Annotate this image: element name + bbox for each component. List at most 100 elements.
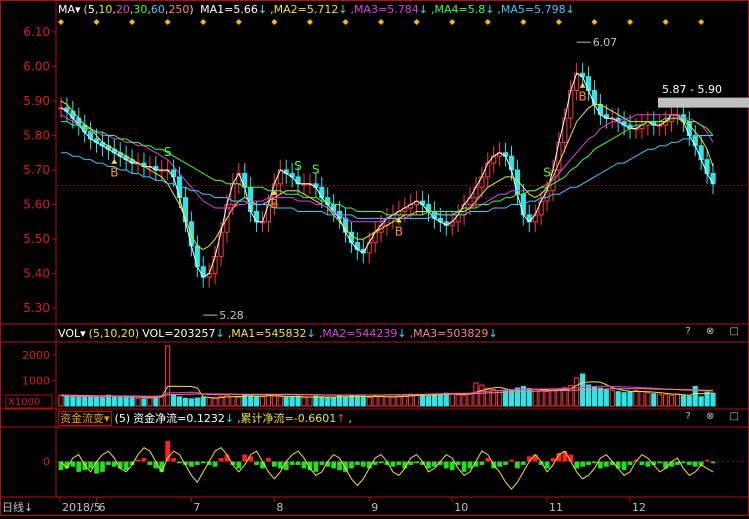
cum-flow-line (60, 447, 714, 490)
flow-bar (76, 461, 82, 472)
flow-bar (390, 461, 396, 467)
flow-bar (301, 461, 307, 469)
volume-bar (58, 394, 64, 407)
volume-bar (342, 396, 349, 407)
volume-bar (615, 391, 621, 407)
volume-bar (473, 382, 479, 407)
volume-bar (194, 397, 200, 407)
event-diamond-marker (555, 19, 562, 25)
flow-bar (414, 461, 420, 464)
volume-bar (585, 384, 592, 407)
main-indicator-header: MA▾ (5,10,20,30,60,250) MA1=5.66↓ ,MA2=5.7… (58, 3, 575, 16)
flow-bar (177, 461, 182, 464)
buy-signal: B (579, 90, 587, 104)
chart-svg[interactable]: 6.10 6.00 5.90 5.80 5.70 5.60 5.50 5.40 5.30 2000… (0, 0, 749, 516)
volume-bar (111, 395, 117, 407)
flow-bar (639, 461, 645, 465)
volume-bar (419, 395, 426, 407)
vol-indicator-header: VOL▾ (5,10,20) VOL=203257↓ ,MA1=545832↓ ,MA2… (58, 326, 501, 342)
flow-indicator-selector[interactable]: 资金流变▾ (58, 411, 112, 426)
flow-bar (615, 461, 621, 469)
flow-bar (663, 461, 668, 469)
range-label: 5.87 - 5.90 (662, 83, 722, 96)
event-diamond-marker (235, 19, 242, 25)
price-tick-label: 6.10 (23, 25, 50, 39)
volume-bar (550, 389, 556, 407)
candle-body (212, 255, 218, 275)
vol-tick-label: 2000 (22, 349, 50, 362)
period-selector[interactable]: 日线↓ (2, 499, 33, 515)
main-indicator-selector[interactable]: MA▾ (58, 3, 81, 16)
vol-tick-label: 1000 (22, 374, 50, 387)
flow-bar (692, 461, 698, 467)
event-diamond-marker (57, 19, 64, 25)
flow-bar (449, 461, 455, 471)
flow-bar (331, 461, 337, 469)
volume-bar (455, 394, 461, 407)
volume-bar (200, 396, 206, 407)
volume-bar (70, 396, 76, 407)
vol-indicator-selector[interactable]: VOL▾ (58, 327, 86, 340)
ma-line-ma5 (61, 135, 713, 219)
event-diamond-marker (413, 19, 420, 25)
volume-bar (633, 390, 639, 407)
flow-bar (704, 459, 710, 462)
volume-bar (206, 397, 212, 407)
price-tick-label: 5.30 (23, 301, 50, 315)
net-flow-arrow: ↓ (224, 412, 235, 425)
flow-bar (509, 459, 514, 462)
ma5-value: ,MA5=5.798 (497, 3, 566, 16)
vol-panel-buttons[interactable]: ? ⊗ □ (686, 326, 746, 337)
vol-ma3-arrow: ↓ (488, 327, 498, 340)
volume-bar (538, 390, 544, 407)
flow-bar (372, 461, 378, 465)
event-diamond-marker (520, 19, 527, 25)
volume-bar (123, 397, 129, 407)
volume-bar (556, 388, 562, 407)
candle-body (236, 172, 242, 185)
volume-bar (680, 395, 686, 407)
x-tick-label: 2018/5 (62, 501, 101, 514)
volume-bar (295, 395, 301, 407)
flow-bar (254, 461, 259, 465)
ma1-arrow: ↓ (257, 3, 268, 16)
volume-bar (597, 387, 603, 407)
vol-params: (5,10,20) (88, 327, 140, 340)
ma5-arrow: ↓ (565, 3, 575, 16)
vol-ma1-value: ,MA1=545832 (227, 327, 307, 340)
flow-bar (686, 461, 692, 465)
flow-bar (111, 461, 117, 467)
volume-bar (668, 394, 675, 407)
flow-bar (485, 458, 491, 462)
flow-bar (497, 461, 503, 467)
flow-bar (236, 461, 242, 469)
candle-body (704, 159, 710, 174)
flow-bar (88, 461, 93, 469)
flow-bar (520, 461, 526, 465)
flow-bar (159, 461, 165, 472)
high-annotation: 6.07 (593, 36, 618, 49)
x-tick-label: 12 (632, 501, 646, 514)
flow-panel-buttons[interactable]: ? ⊗ □ (686, 411, 746, 422)
volume-bar (479, 384, 485, 407)
vol-ma2-value: ,MA2=544239 (318, 327, 398, 340)
ma-param-1: 5 (87, 3, 95, 16)
flow-bar (242, 454, 248, 462)
ma-param-4: 30 (133, 3, 148, 16)
ma-param-6: 250 (168, 3, 190, 16)
sell-signal: S (294, 159, 302, 173)
candle-body (692, 134, 698, 147)
event-diamond-marker (698, 19, 705, 25)
ma2-arrow: ↓ (338, 3, 348, 16)
price-tick-label: 5.50 (23, 232, 50, 246)
volume-bar (414, 394, 420, 407)
volume-bar (117, 396, 123, 407)
flow-bar (70, 461, 76, 467)
candle-body (698, 145, 704, 161)
flow-bar (266, 458, 271, 462)
event-diamond-marker (306, 19, 313, 25)
price-tick-label: 5.60 (23, 198, 50, 212)
flow-bar (479, 461, 485, 465)
volume-bar (443, 392, 449, 407)
buy-signal: B (110, 166, 118, 180)
